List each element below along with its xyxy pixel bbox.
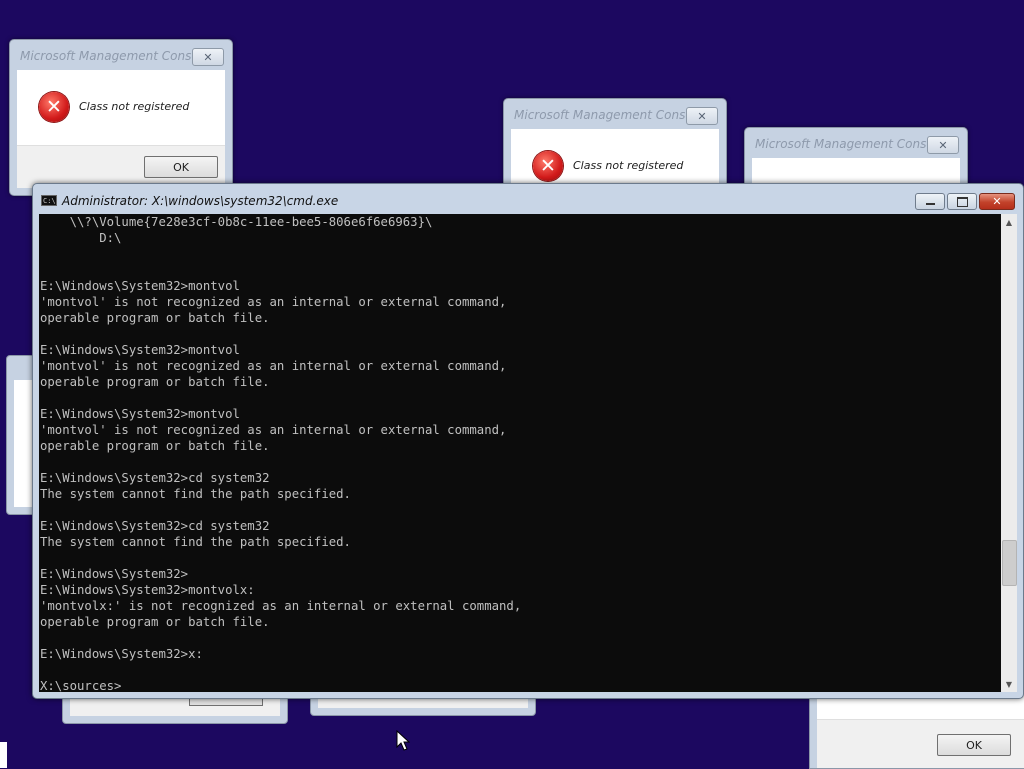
- dialog-message: Class not registered: [79, 100, 190, 113]
- error-icon: ✕: [39, 92, 69, 122]
- close-icon[interactable]: ✕: [192, 48, 224, 66]
- ok-button[interactable]: OK: [144, 156, 218, 178]
- dialog-footer: OK: [17, 145, 225, 188]
- cmd-titlebar[interactable]: C:\ Administrator: X:\windows\system32\c…: [33, 184, 1023, 214]
- error-icon: ✕: [533, 151, 563, 181]
- cmd-title: Administrator: X:\windows\system32\cmd.e…: [62, 194, 339, 208]
- dialog-titlebar[interactable]: Microsoft Management Console ✕: [10, 40, 232, 70]
- close-icon[interactable]: ✕: [686, 107, 718, 125]
- vertical-scrollbar[interactable]: ▲ ▼: [1001, 214, 1017, 692]
- cmd-icon: C:\: [41, 195, 57, 206]
- mmc-dialog-1: Microsoft Management Console ✕ ✕ Class n…: [9, 39, 233, 196]
- close-icon[interactable]: ✕: [979, 193, 1015, 210]
- dialog-titlebar[interactable]: Microsoft Management Console ✕: [504, 99, 726, 129]
- scroll-up-icon[interactable]: ▲: [1001, 214, 1017, 230]
- dialog-titlebar[interactable]: Microsoft Management Console ✕: [745, 128, 967, 158]
- taskbar-fragment: [0, 742, 7, 768]
- close-icon[interactable]: ✕: [927, 136, 959, 154]
- scroll-down-icon[interactable]: ▼: [1001, 676, 1017, 692]
- dialog-title: Microsoft Management Console: [20, 49, 210, 63]
- console-text: \\?\Volume{7e28e3cf-0b8c-11ee-bee5-806e6…: [40, 215, 522, 692]
- console-output[interactable]: \\?\Volume{7e28e3cf-0b8c-11ee-bee5-806e6…: [39, 214, 1001, 692]
- maximize-icon[interactable]: [947, 193, 977, 210]
- dialog-message: Class not registered: [573, 159, 684, 172]
- mouse-cursor-icon: [396, 730, 410, 751]
- dialog-title: Microsoft Management Console: [514, 108, 704, 122]
- cmd-window[interactable]: C:\ Administrator: X:\windows\system32\c…: [32, 183, 1024, 699]
- minimize-icon[interactable]: [915, 193, 945, 210]
- scroll-thumb[interactable]: [1002, 540, 1017, 586]
- dialog-title: Microsoft Management Console: [755, 137, 945, 151]
- dialog-client: ✕ Class not registered OK: [17, 70, 225, 188]
